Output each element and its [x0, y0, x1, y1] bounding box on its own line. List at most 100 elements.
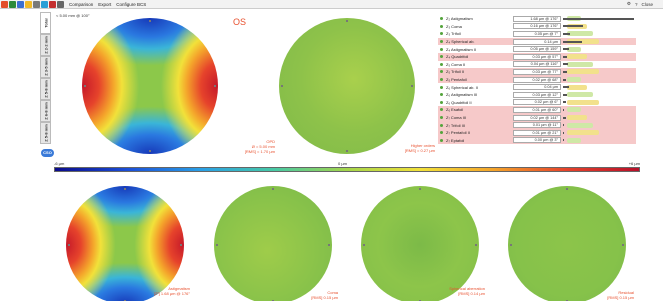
zernike-term-value: 0.02 µm @ 68°	[513, 76, 561, 83]
zernike-row[interactable]: Z₇ Eptafoil 0.00 µm @ 3°	[438, 136, 636, 145]
map-axis-mark	[84, 85, 86, 87]
comparison-menu[interactable]: Comparison	[69, 2, 93, 7]
zernike-bar-fill	[563, 70, 568, 73]
zernike-term-value: 0.01 µm @ 11°	[513, 122, 561, 129]
toolbar-tool-icon[interactable]	[33, 0, 40, 8]
zernike-row[interactable]: Z₆ Astigmatism III 0.03 µm @ 12°	[438, 91, 636, 99]
scale-min-label: -6 µm	[54, 161, 65, 166]
zernike-term-name: Z₂ Astigmatism	[446, 16, 473, 22]
zernike-row[interactable]: Z₄ Quadrifoil 0.03 µm @ 57°	[438, 52, 636, 61]
zernike-term-name: Z₅ Coma II	[446, 61, 466, 67]
astigmatism-map	[66, 186, 184, 301]
map-axis-mark	[149, 150, 151, 152]
zernike-row[interactable]: Z₃ Trifoil 0.05 µm @ 7°	[438, 30, 636, 38]
zernike-term-value: 0.02 µm @ 144°	[513, 114, 561, 121]
zernike-term-name: Z₄ Quadrifoil	[446, 54, 469, 60]
zernike-term-value: 0.05 µm @ 7°	[513, 30, 561, 37]
map-axis-mark	[281, 85, 283, 87]
toolbar-tool-icon[interactable]	[57, 0, 64, 8]
map-axis-mark	[510, 244, 512, 246]
toolbar-tool-icon[interactable]	[25, 0, 32, 8]
close-button[interactable]: Close	[641, 2, 653, 7]
zernike-row[interactable]: Z₂ Astigmatism 1.68 µm @ 176°	[438, 15, 636, 23]
zernike-term-value: 1.68 µm @ 176°	[513, 15, 561, 22]
zernike-term-value: 0.01 µm @ 60°	[513, 106, 561, 113]
zernike-bar	[563, 39, 636, 45]
map-axis-mark	[272, 188, 274, 190]
zernike-term-name: Z₄ Spherical ab.	[446, 39, 475, 45]
zernike-term-name: Z₄ Astigmatism II	[446, 46, 477, 52]
zernike-row[interactable]: Z₄ Astigmatism II 0.05 µm @ 159°	[438, 45, 636, 53]
zernike-row[interactable]: Z₅ Coma II 0.04 µm @ 116°	[438, 61, 636, 69]
zernike-term-value: 0.04 µm @ 116°	[513, 61, 561, 68]
zernike-term-name: Z₅ Pentafoil	[446, 77, 467, 83]
side-tab-4[interactable]: Z 5-8 mm	[40, 78, 51, 100]
zernike-bar	[563, 77, 636, 83]
zernike-row[interactable]: Z₅ Pentafoil 0.02 µm @ 68°	[438, 75, 636, 84]
zernike-bar	[563, 107, 636, 113]
residual-map	[508, 186, 626, 301]
help-icon[interactable]: ?	[635, 2, 638, 7]
zernike-bar	[563, 130, 636, 136]
toolbar-tool-icon[interactable]	[17, 0, 24, 8]
zernike-table: Z₂ Astigmatism 1.68 µm @ 176° Z₃ Coma 0.16 …	[438, 15, 636, 145]
astigmatism-caption: Astigmatism [Z²] 1.68 µm @ 176°	[153, 286, 190, 296]
zernike-row[interactable]: Z₄ Spherical ab. 0.14 µm	[438, 37, 636, 46]
map-axis-mark	[124, 188, 126, 190]
zernike-term-value: 0.01 µm @ 21°	[513, 129, 561, 136]
higher-orders-map	[279, 18, 415, 154]
zernike-row[interactable]: Z₇ Pentafoil II 0.01 µm @ 21°	[438, 128, 636, 137]
zernike-bar-fill	[563, 139, 564, 142]
map-axis-mark	[180, 244, 182, 246]
spherical-aberration-map	[361, 186, 479, 301]
map-axis-mark	[346, 20, 348, 22]
toolbar-tool-icon[interactable]	[1, 0, 8, 8]
zernike-term-value: 0.03 µm @ 57°	[513, 53, 561, 60]
zernike-bar	[563, 84, 636, 90]
zernike-bar	[563, 23, 636, 29]
map-axis-mark	[68, 244, 70, 246]
map-axis-mark	[363, 244, 365, 246]
zernike-bar-fill	[563, 86, 569, 89]
residual-caption: Residual [RMS] 0.15 µm	[607, 290, 634, 300]
zernike-term-name: Z₆ Quadrifoil II	[446, 99, 472, 105]
zernike-row[interactable]: Z₆ Esafoil 0.01 µm @ 60°	[438, 106, 636, 114]
zernike-bar-fill	[563, 93, 567, 96]
settings-icon[interactable]: ⚙	[627, 1, 631, 7]
map-axis-mark	[149, 20, 151, 22]
zernike-term-name: Z₇ Trifoil III	[446, 122, 465, 128]
zernike-row[interactable]: Z₆ Spherical ab. II 0.04 µm	[438, 83, 636, 91]
zernike-bar	[563, 92, 636, 98]
map-axis-mark	[411, 85, 413, 87]
side-tab-6[interactable]: Z 5-8 mm	[40, 122, 51, 144]
zernike-term-name: Z₆ Esafoil	[446, 107, 464, 113]
higher-orders-caption: Higher orders [RMS] = 0.27 µm	[404, 143, 435, 153]
zernike-row[interactable]: Z₃ Coma 0.16 µm @ 176°	[438, 23, 636, 31]
zernike-term-name: Z₆ Astigmatism III	[446, 92, 478, 98]
toolbar-tool-icon[interactable]	[9, 0, 16, 8]
side-tab-3[interactable]: Z 3-5 mm	[40, 56, 51, 78]
side-tab-2[interactable]: Z 2-2 mm	[40, 34, 51, 56]
zernike-bar-fill	[563, 131, 565, 134]
zernike-row[interactable]: Z₇ Coma III 0.02 µm @ 144°	[438, 113, 636, 122]
side-tab-5[interactable]: Z 6-8 mm	[40, 100, 51, 122]
export-menu[interactable]: Export	[98, 2, 111, 7]
configure-bcs-menu[interactable]: Configure BCS	[116, 2, 146, 7]
toolbar-tool-icon[interactable]	[41, 0, 48, 8]
zernike-bar-fill	[563, 25, 584, 28]
toolbar-tool-icon[interactable]	[49, 0, 56, 8]
cso-logo: CSO	[41, 149, 54, 157]
toolbar: Comparison Export Configure BCS ⚙ ? Clos…	[0, 0, 663, 9]
zernike-row[interactable]: Z₇ Trifoil III 0.01 µm @ 11°	[438, 121, 636, 129]
eye-label: OS	[233, 17, 247, 27]
zernike-term-name: Z₆ Spherical ab. II	[446, 84, 478, 90]
coma-map	[214, 186, 332, 301]
zernike-row[interactable]: Z₆ Quadrifoil II 0.02 µm @ 6°	[438, 99, 636, 107]
zernike-term-value: 0.03 µm @ 12°	[513, 91, 561, 98]
map-axis-mark	[566, 188, 568, 190]
zernike-bar-fill	[563, 17, 634, 20]
side-tab-total[interactable]: Total	[40, 12, 51, 34]
zernike-row[interactable]: Z₅ Trifoil II 0.03 µm @ 77°	[438, 68, 636, 76]
map-axis-mark	[328, 244, 330, 246]
top-info: < 5.00 mm @ 100°	[56, 13, 90, 18]
